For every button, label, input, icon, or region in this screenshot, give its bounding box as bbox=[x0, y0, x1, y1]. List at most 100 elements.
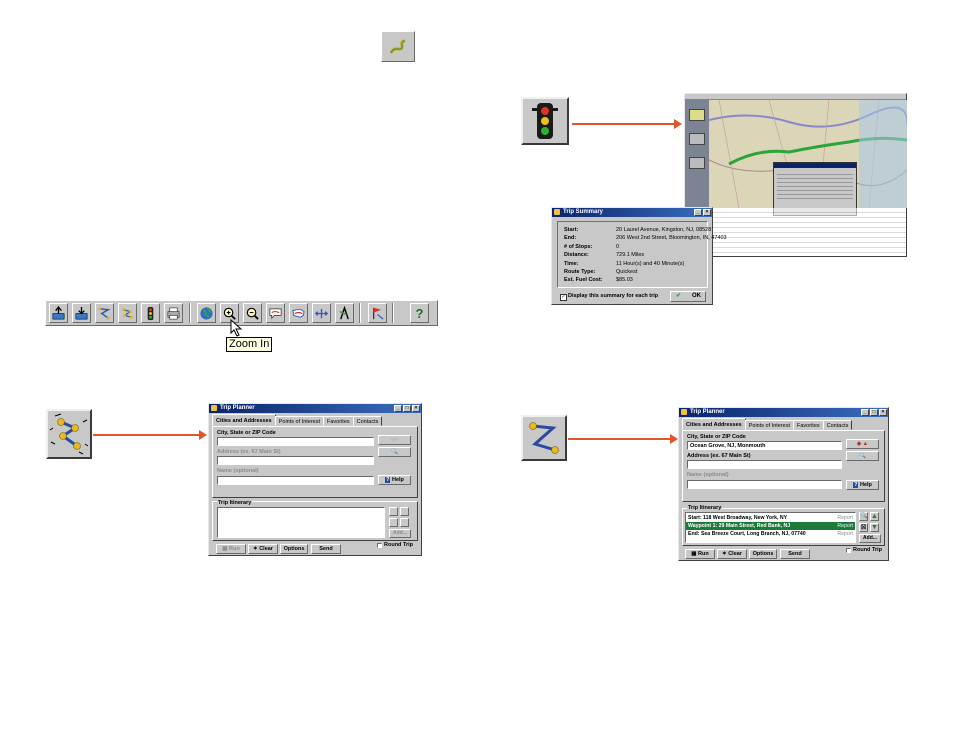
usa-map-button[interactable] bbox=[289, 303, 308, 323]
help-label: Help bbox=[859, 482, 872, 488]
print-button[interactable] bbox=[164, 303, 183, 323]
zoom-stop-button[interactable]: 🔍 bbox=[859, 512, 868, 521]
stops-icon bbox=[49, 413, 89, 455]
clear-button[interactable]: ✶ Clear bbox=[248, 544, 278, 554]
maximize-icon[interactable]: □ bbox=[403, 405, 411, 412]
summary-row-label: # of Stops: bbox=[564, 243, 593, 250]
summary-row-label: Time: bbox=[564, 260, 579, 267]
summary-row-label: Start: bbox=[564, 227, 579, 233]
minimize-icon[interactable]: _ bbox=[394, 405, 402, 412]
itinerary-row[interactable]: Start: 118 West Broadway, New York, NY Re… bbox=[686, 514, 855, 522]
delete-stop-button[interactable] bbox=[389, 518, 398, 527]
route-planner-icon-button[interactable] bbox=[381, 31, 415, 62]
name-input[interactable] bbox=[687, 480, 842, 489]
route-button[interactable] bbox=[95, 303, 114, 323]
help-button[interactable]: ? bbox=[410, 303, 429, 323]
run-label: Run bbox=[698, 551, 709, 557]
stops-big-button[interactable] bbox=[46, 409, 92, 459]
itinerary-row-status[interactable]: Report bbox=[837, 514, 853, 522]
itinerary-row[interactable]: End: Sea Breeze Court, Long Branch, NJ, … bbox=[686, 530, 855, 538]
itinerary-list[interactable]: Start: 118 West Broadway, New York, NY Re… bbox=[685, 512, 856, 543]
options-button[interactable]: Options bbox=[749, 549, 777, 559]
itinerary-list[interactable] bbox=[217, 507, 385, 538]
move-up-button[interactable]: ▲ bbox=[870, 512, 879, 521]
find-button[interactable]: ◆ ▲ bbox=[846, 439, 879, 449]
stops-button[interactable] bbox=[118, 303, 137, 323]
pan-icon bbox=[314, 308, 329, 318]
zoom-stop-button[interactable] bbox=[389, 507, 398, 516]
itinerary-row[interactable]: Waypoint 1: 29 Main Street, Red Bank, NJ… bbox=[686, 522, 855, 530]
address-input[interactable] bbox=[687, 460, 842, 469]
summary-row-value: 0 bbox=[616, 243, 620, 250]
itinerary-row-status[interactable]: Report bbox=[837, 522, 853, 530]
move-up-button[interactable] bbox=[400, 507, 409, 516]
tab-cities-addresses[interactable]: Cities and Addresses bbox=[682, 418, 746, 430]
close-icon[interactable]: × bbox=[412, 405, 420, 412]
route-tool-button[interactable] bbox=[335, 303, 354, 323]
name-input[interactable] bbox=[217, 476, 374, 485]
globe-button[interactable] bbox=[197, 303, 216, 323]
ok-button[interactable]: ✔ OK bbox=[670, 291, 706, 302]
run-button[interactable]: ▦ Run bbox=[685, 549, 715, 559]
map-window bbox=[684, 93, 907, 257]
locate-button[interactable] bbox=[266, 303, 285, 323]
usa-map-icon bbox=[292, 308, 305, 318]
help-button[interactable]: ? Help bbox=[846, 480, 879, 490]
tab-cities-addresses[interactable]: Cities and Addresses bbox=[212, 414, 276, 426]
traffic-big-button[interactable] bbox=[521, 97, 569, 145]
help-button[interactable]: ? Help bbox=[378, 475, 411, 485]
add-button[interactable]: Add... bbox=[859, 534, 881, 543]
tab-contacts[interactable]: Contacts bbox=[352, 416, 383, 426]
flag-button[interactable] bbox=[368, 303, 387, 323]
summary-row-value: 11 Hour(s) and 40 Minute(s) bbox=[616, 260, 685, 267]
search-button[interactable]: 🔍 bbox=[846, 451, 879, 461]
city-input[interactable]: Ocean Grove, NJ, Monmouth bbox=[687, 441, 842, 450]
route-big-button[interactable] bbox=[521, 415, 567, 461]
close-icon[interactable]: × bbox=[703, 209, 711, 216]
round-trip-checkbox[interactable] bbox=[846, 548, 851, 553]
add-button[interactable]: Add... bbox=[389, 529, 411, 538]
help-icon: ? bbox=[415, 305, 424, 321]
send-button[interactable]: Send bbox=[311, 544, 341, 554]
move-down-button[interactable]: ▼ bbox=[870, 523, 879, 532]
run-button[interactable]: ▦ Run bbox=[216, 544, 246, 554]
tab-favorites[interactable]: Favorites bbox=[793, 420, 824, 430]
find-button[interactable]: ○○ bbox=[378, 435, 411, 445]
find-icon: ○○ bbox=[391, 437, 398, 443]
clear-button[interactable]: ✶ Clear bbox=[717, 549, 747, 559]
maximize-icon[interactable]: □ bbox=[870, 409, 878, 416]
display-summary-checkbox[interactable]: ✓ bbox=[560, 294, 567, 301]
arrow-traffic bbox=[572, 119, 682, 129]
tab-contacts[interactable]: Contacts bbox=[822, 420, 853, 430]
search-icon: 🔍 bbox=[391, 449, 398, 455]
tab-points-of-interest[interactable]: Points of Interest bbox=[744, 420, 795, 430]
traffic-button[interactable] bbox=[141, 303, 160, 323]
move-down-button[interactable] bbox=[400, 518, 409, 527]
itinerary-row-status[interactable]: Report bbox=[837, 530, 853, 538]
options-button[interactable]: Options bbox=[280, 544, 308, 554]
zoom-icon: 🔍 bbox=[860, 513, 868, 519]
delete-stop-button[interactable]: ⊠ bbox=[859, 523, 868, 532]
arrow-down-icon: ▼ bbox=[871, 524, 878, 531]
zoom-out-button[interactable] bbox=[243, 303, 262, 323]
send-button[interactable]: Send bbox=[780, 549, 810, 559]
tab-points-of-interest[interactable]: Points of Interest bbox=[274, 416, 325, 426]
minimize-icon[interactable]: _ bbox=[861, 409, 869, 416]
tab-favorites[interactable]: Favorites bbox=[323, 416, 354, 426]
close-icon[interactable]: × bbox=[879, 409, 887, 416]
zoom-in-tooltip: Zoom In bbox=[226, 337, 273, 352]
minimize-icon[interactable]: _ bbox=[694, 209, 702, 216]
address-input[interactable] bbox=[217, 456, 374, 465]
pan-button[interactable] bbox=[312, 303, 331, 323]
summary-row: Route Type: Quickest bbox=[564, 269, 637, 275]
search-button[interactable]: 🔍 bbox=[378, 447, 411, 457]
trip-summary-dialog: Trip Summary _ × Start: 20 Laurel Avenue, … bbox=[551, 207, 727, 305]
summary-row: # of Stops: 0 bbox=[564, 244, 619, 250]
clear-icon: ✶ bbox=[253, 546, 258, 552]
help-icon: ? bbox=[853, 482, 859, 488]
city-input[interactable] bbox=[217, 437, 374, 446]
round-trip-checkbox[interactable] bbox=[377, 543, 382, 548]
import-button[interactable] bbox=[49, 303, 68, 323]
export-icon bbox=[75, 306, 88, 319]
export-button[interactable] bbox=[72, 303, 91, 323]
